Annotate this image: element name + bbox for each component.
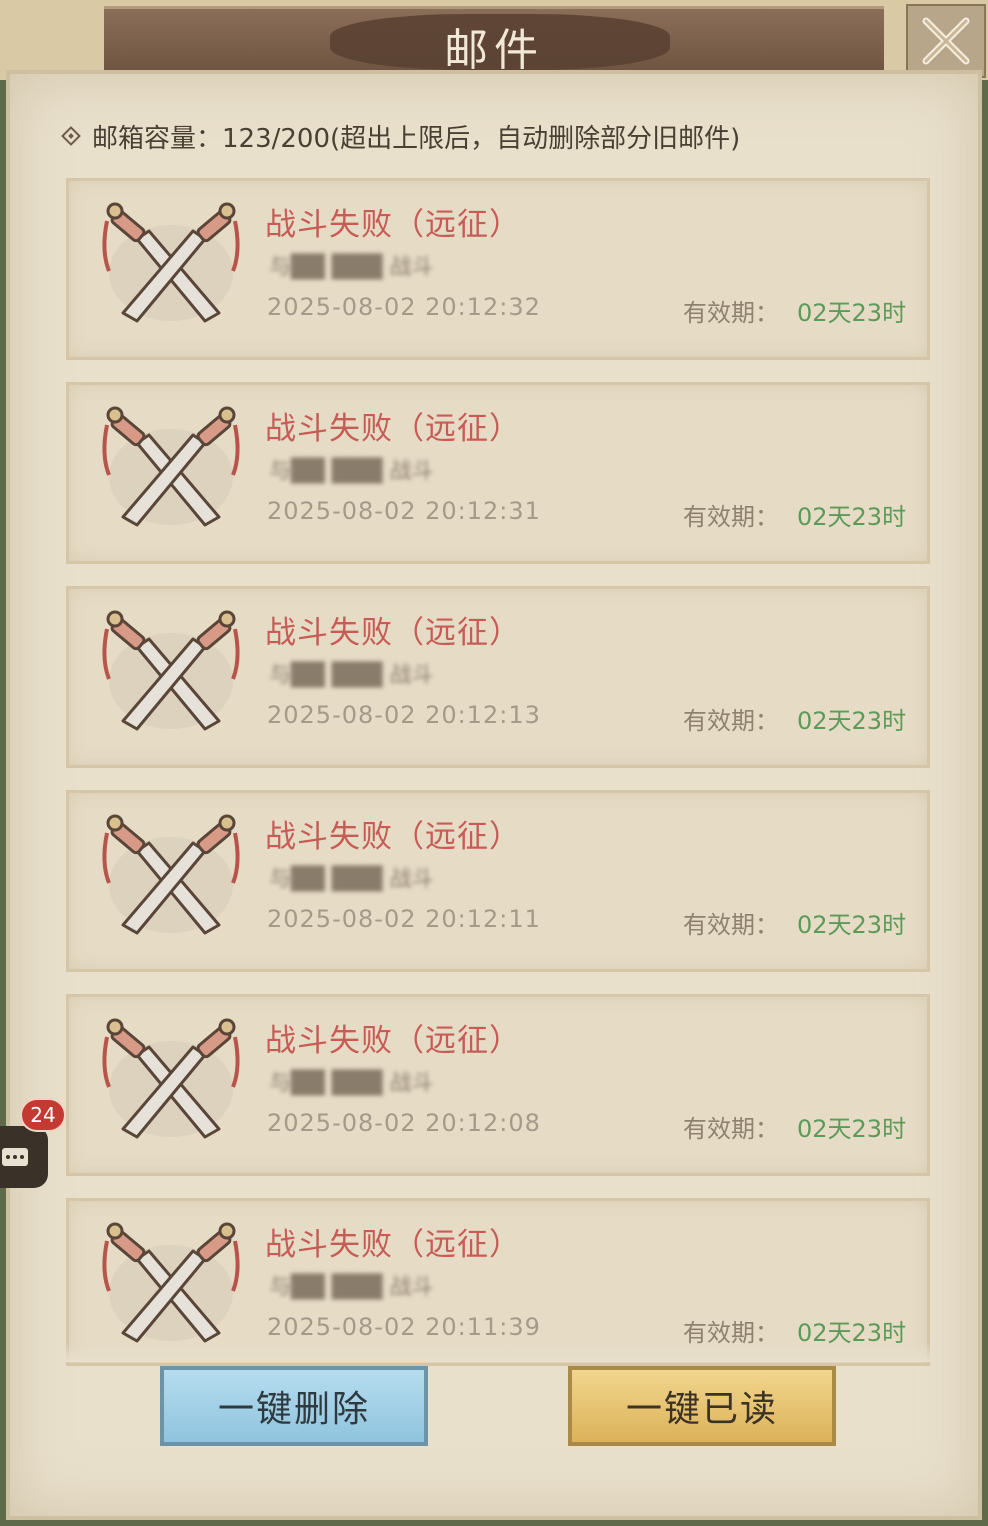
mail-item[interactable]: 战斗失败（远征） 与██ ███ 战斗 2025-08-02 20:12:11 … <box>66 790 930 972</box>
mail-title: 战斗失败（远征） <box>265 411 521 447</box>
mail-subtitle: 与██ ███ 战斗 <box>269 1071 434 1096</box>
mail-timestamp: 2025-08-02 20:12:32 <box>267 293 541 321</box>
mail-timestamp: 2025-08-02 20:12:31 <box>267 497 541 525</box>
crossed-swords-icon <box>97 201 245 331</box>
list-fade <box>66 1342 932 1362</box>
mail-expire-label: 有效期： <box>683 1115 779 1143</box>
mail-item[interactable]: 战斗失败（远征） 与██ ███ 战斗 2025-08-02 20:12:08 … <box>66 994 930 1176</box>
mail-expire-label: 有效期： <box>683 299 779 327</box>
mail-title: 战斗失败（远征） <box>265 1023 521 1059</box>
mail-title: 战斗失败（远征） <box>265 1227 521 1263</box>
crossed-swords-icon <box>97 1221 245 1351</box>
delete-all-button[interactable]: 一键删除 <box>160 1366 428 1446</box>
mail-subtitle: 与██ ███ 战斗 <box>269 1275 434 1300</box>
mail-subtitle: 与██ ███ 战斗 <box>269 663 434 688</box>
chat-glyph-icon <box>2 1148 28 1166</box>
crossed-swords-icon <box>97 813 245 943</box>
crossed-swords-icon <box>97 405 245 535</box>
mail-expire-value: 02天23时 <box>797 503 907 531</box>
mail-expire-label: 有效期： <box>683 707 779 735</box>
chat-unread-badge: 24 <box>20 1098 66 1132</box>
mail-expire-value: 02天23时 <box>797 299 907 327</box>
window-title: 邮件 <box>444 25 544 76</box>
mail-item[interactable]: 战斗失败（远征） 与██ ███ 战斗 2025-08-02 20:12:13 … <box>66 586 930 768</box>
mail-title: 战斗失败（远征） <box>265 819 521 855</box>
mail-timestamp: 2025-08-02 20:12:08 <box>267 1109 541 1137</box>
diamond-bullet-icon <box>61 126 81 146</box>
mail-title: 战斗失败（远征） <box>265 615 521 651</box>
read-all-button[interactable]: 一键已读 <box>568 1366 836 1446</box>
mail-expire-value: 02天23时 <box>797 707 907 735</box>
crossed-swords-icon <box>97 1017 245 1147</box>
chat-bubble-icon[interactable] <box>0 1126 48 1188</box>
mail-item[interactable]: 战斗失败（远征） 与██ ███ 战斗 2025-08-02 20:11:39 … <box>66 1198 930 1366</box>
mail-title: 战斗失败（远征） <box>265 207 521 243</box>
mail-expire-value: 02天23时 <box>797 1115 907 1143</box>
mail-expire-label: 有效期： <box>683 911 779 939</box>
mail-timestamp: 2025-08-02 20:12:11 <box>267 905 541 933</box>
mail-timestamp: 2025-08-02 20:12:13 <box>267 701 541 729</box>
mail-subtitle: 与██ ███ 战斗 <box>269 459 434 484</box>
close-x-icon <box>922 17 970 65</box>
mail-timestamp: 2025-08-02 20:11:39 <box>267 1313 541 1341</box>
close-button[interactable] <box>906 4 986 78</box>
mailbox-capacity: 邮箱容量：123/200(超出上限后，自动删除部分旧邮件) <box>61 116 741 156</box>
crossed-swords-icon <box>97 609 245 739</box>
mailbox-capacity-label: 邮箱容量：123/200(超出上限后，自动删除部分旧邮件) <box>92 123 741 154</box>
mail-expire-label: 有效期： <box>683 503 779 531</box>
mail-subtitle: 与██ ███ 战斗 <box>269 867 434 892</box>
mail-subtitle: 与██ ███ 战斗 <box>269 255 434 280</box>
mail-item[interactable]: 战斗失败（远征） 与██ ███ 战斗 2025-08-02 20:12:31 … <box>66 382 930 564</box>
mail-expire-value: 02天23时 <box>797 911 907 939</box>
mail-item[interactable]: 战斗失败（远征） 与██ ███ 战斗 2025-08-02 20:12:32 … <box>66 178 930 360</box>
title-bar: 邮件 <box>0 0 988 80</box>
